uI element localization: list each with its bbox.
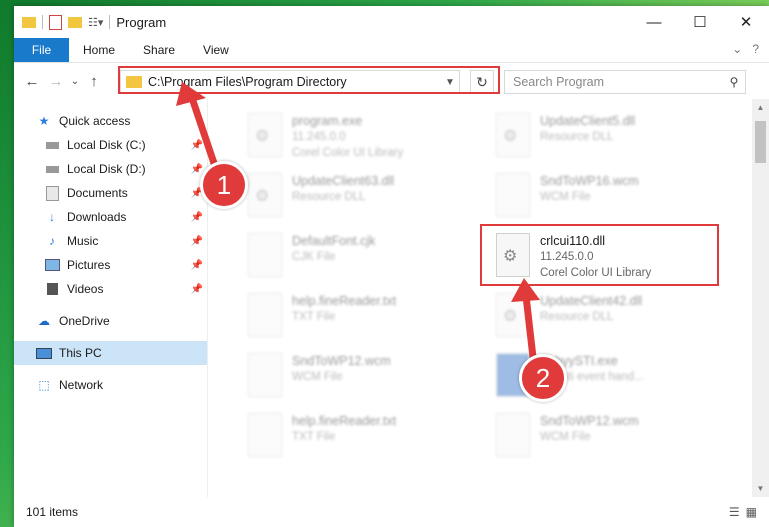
step-1-badge: 1: [200, 161, 248, 209]
file-explorer-window: ☷▾ Program — ☐ ✕ File Home Share View ⌄ …: [14, 6, 769, 527]
step-2-badge: 2: [519, 354, 567, 402]
arrow-head-2: [511, 278, 540, 302]
annotation-arrows: [176, 82, 540, 367]
